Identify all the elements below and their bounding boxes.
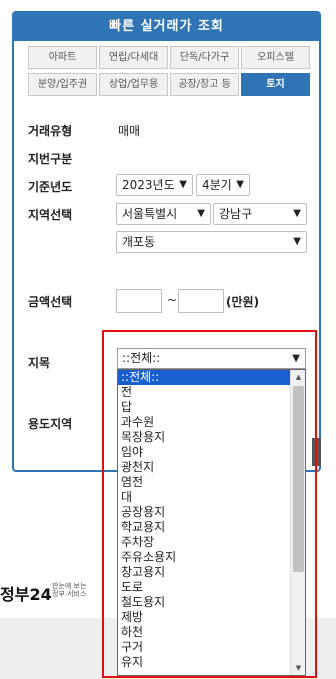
tab-row-2: 분양/입주권 상업/업무용 공장/창고 등 토지 bbox=[28, 73, 313, 96]
amount-separator: ~ bbox=[167, 293, 178, 307]
city-select-value: 서울특별시 bbox=[122, 207, 178, 221]
land-category-select[interactable]: ::전체:: ▼ bbox=[117, 348, 306, 369]
quarter-select[interactable]: 4분기 ▼ bbox=[196, 174, 250, 196]
dropdown-scrollbar[interactable]: ▲ ▼ bbox=[290, 370, 305, 675]
year-select-value: 2023년도 bbox=[122, 178, 175, 192]
trade-type-label: 거래유형 bbox=[28, 124, 73, 138]
scroll-down-icon[interactable]: ▼ bbox=[291, 661, 305, 675]
gov24-tagline: 한눈에 보는 정부 서비스 bbox=[52, 582, 86, 598]
property-type-tabs: 아파트 연립/다세대 단독/다가구 오피스텔 분양/입주권 상업/업무용 공장/… bbox=[14, 41, 319, 96]
land-category-select-value: ::전체:: bbox=[122, 351, 161, 365]
dropdown-option[interactable]: 공장용지 bbox=[118, 505, 290, 520]
dropdown-option[interactable]: 목장용지 bbox=[118, 430, 290, 445]
gov24-tagline-line1: 한눈에 보는 bbox=[52, 582, 87, 590]
dropdown-option[interactable]: 학교용지 bbox=[118, 520, 290, 535]
panel-title: 빠른 실거래가 조회 bbox=[14, 13, 319, 41]
tab-presale-right[interactable]: 분양/입주권 bbox=[28, 73, 97, 96]
dropdown-option[interactable]: 주차장 bbox=[118, 535, 290, 550]
zoning-label: 용도지역 bbox=[28, 417, 73, 431]
dropdown-option[interactable]: 도로 bbox=[118, 580, 290, 595]
dropdown-option[interactable]: 유지 bbox=[118, 655, 290, 670]
dropdown-option[interactable]: 창고용지 bbox=[118, 565, 290, 580]
amount-min-input[interactable] bbox=[116, 289, 162, 313]
dropdown-option[interactable]: 하천 bbox=[118, 625, 290, 640]
lot-type-label: 지번구분 bbox=[28, 152, 73, 166]
dong-select[interactable]: 개포동 ▼ bbox=[116, 231, 307, 253]
dropdown-option[interactable]: 철도용지 bbox=[118, 595, 290, 610]
land-category-label: 지목 bbox=[28, 356, 51, 370]
tab-factory-warehouse[interactable]: 공장/창고 등 bbox=[170, 73, 239, 96]
tab-commercial[interactable]: 상업/업무용 bbox=[99, 73, 168, 96]
district-select-value: 강남구 bbox=[219, 207, 253, 221]
year-select[interactable]: 2023년도 ▼ bbox=[116, 174, 193, 196]
dropdown-option[interactable]: 제방 bbox=[118, 610, 290, 625]
tab-officetel[interactable]: 오피스텔 bbox=[241, 46, 310, 69]
chevron-down-icon: ▼ bbox=[236, 179, 244, 190]
dong-select-value: 개포동 bbox=[122, 235, 156, 249]
chevron-down-icon: ▼ bbox=[179, 179, 187, 190]
trade-type-value: 매매 bbox=[118, 124, 141, 138]
scrollbar-thumb[interactable] bbox=[293, 386, 304, 572]
land-category-dropdown-list[interactable]: ::전체:: 전 답 과수원 목장용지 임야 광천지 염전 대 공장용지 학교용지 주차장 주유소용지 창… bbox=[117, 369, 306, 676]
scroll-up-icon[interactable]: ▲ bbox=[291, 370, 305, 384]
dropdown-option[interactable]: 임야 bbox=[118, 445, 290, 460]
base-year-label: 기준년도 bbox=[28, 180, 73, 194]
dropdown-option[interactable]: 주유소용지 bbox=[118, 550, 290, 565]
gov24-logo[interactable]: 정부24 bbox=[0, 581, 52, 605]
dropdown-option[interactable]: 광천지 bbox=[118, 460, 290, 475]
tab-land[interactable]: 토지 bbox=[241, 73, 310, 96]
region-label: 지역선택 bbox=[28, 208, 73, 222]
dropdown-option[interactable]: 답 bbox=[118, 400, 290, 415]
dropdown-option[interactable]: 과수원 bbox=[118, 415, 290, 430]
tab-detached-house[interactable]: 단독/다가구 bbox=[170, 46, 239, 69]
quarter-select-value: 4분기 bbox=[202, 178, 232, 192]
dropdown-option[interactable]: 염전 bbox=[118, 475, 290, 490]
chevron-down-icon: ▼ bbox=[292, 353, 300, 364]
tab-row-1: 아파트 연립/다세대 단독/다가구 오피스텔 bbox=[28, 46, 313, 69]
dropdown-option[interactable]: 전 bbox=[118, 385, 290, 400]
chevron-down-icon: ▼ bbox=[293, 236, 301, 247]
amount-label: 금액선택 bbox=[28, 295, 73, 309]
gov24-tagline-line2: 정부 서비스 bbox=[52, 590, 87, 598]
dropdown-option[interactable]: ::전체:: bbox=[118, 370, 290, 385]
district-select[interactable]: 강남구 ▼ bbox=[213, 203, 307, 225]
tab-apartment[interactable]: 아파트 bbox=[28, 46, 97, 69]
amount-max-input[interactable] bbox=[178, 289, 224, 313]
dropdown-items: ::전체:: 전 답 과수원 목장용지 임야 광천지 염전 대 공장용지 학교용지 주차장 주유소용지 창… bbox=[118, 370, 305, 670]
chevron-down-icon: ▼ bbox=[197, 208, 205, 219]
dropdown-option[interactable]: 구거 bbox=[118, 640, 290, 655]
amount-unit: (만원) bbox=[226, 295, 260, 309]
tab-row-house[interactable]: 연립/다세대 bbox=[99, 46, 168, 69]
chevron-down-icon: ▼ bbox=[293, 208, 301, 219]
dropdown-option[interactable]: 대 bbox=[118, 490, 290, 505]
city-select[interactable]: 서울특별시 ▼ bbox=[116, 203, 211, 225]
